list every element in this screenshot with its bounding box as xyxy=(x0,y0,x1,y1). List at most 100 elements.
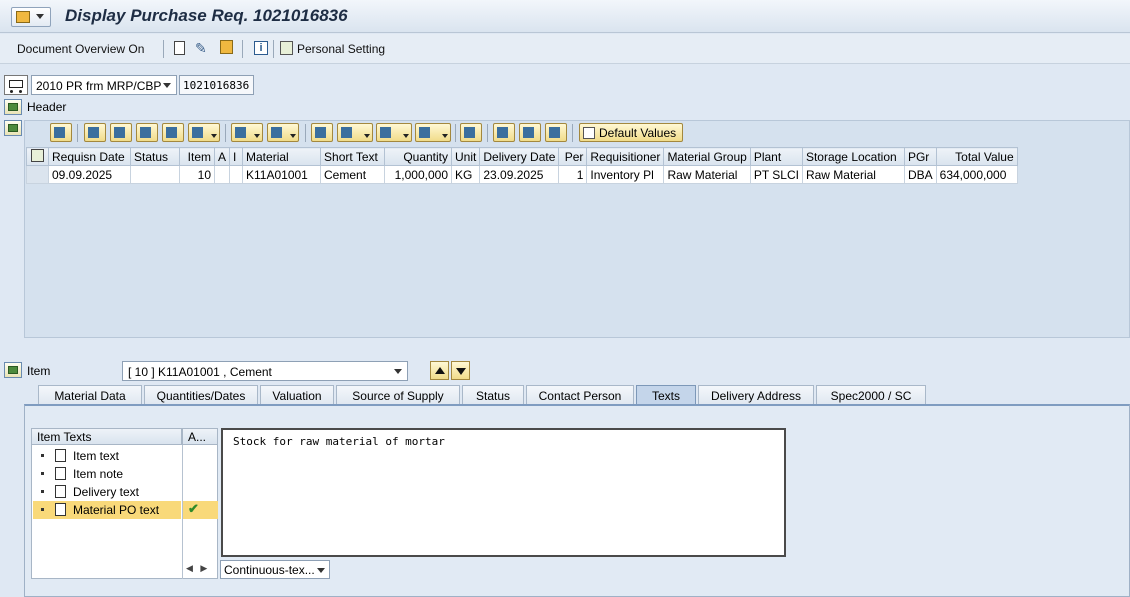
tab-spec2000-sc[interactable]: Spec2000 / SC xyxy=(816,385,926,405)
toolbar-separator xyxy=(305,124,306,142)
col-unit[interactable]: Unit xyxy=(451,147,481,166)
change-display-icon[interactable]: ✎ xyxy=(195,40,211,56)
select-all-cell[interactable] xyxy=(26,147,49,166)
col-i[interactable]: I xyxy=(229,147,244,166)
col-per[interactable]: Per xyxy=(558,147,588,166)
tab-texts[interactable]: Texts xyxy=(636,385,696,405)
views-button[interactable] xyxy=(337,123,373,142)
settings-button[interactable] xyxy=(519,123,541,142)
export-button[interactable] xyxy=(376,123,412,142)
tree-item-label: Material PO text xyxy=(73,503,160,517)
items-collapse-button[interactable] xyxy=(4,120,22,136)
dropdown-icon xyxy=(290,134,296,138)
cell-short-text: Cement xyxy=(320,165,386,184)
next-item-button[interactable] xyxy=(451,361,470,380)
info-button[interactable] xyxy=(460,123,482,142)
table-row[interactable]: 09.09.2025 10 K11A01001 Cement 1,000,000… xyxy=(26,165,1018,184)
cell-material: K11A01001 xyxy=(242,165,322,184)
other-document-icon[interactable] xyxy=(220,40,233,54)
filter-button[interactable] xyxy=(188,123,220,142)
sort-ascending-button[interactable] xyxy=(84,123,106,142)
attach-button[interactable] xyxy=(545,123,567,142)
item-texts-status-header[interactable]: A... xyxy=(182,428,218,445)
filter-icon xyxy=(192,127,203,138)
dropdown-icon xyxy=(364,134,370,138)
item-texts-header[interactable]: Item Texts xyxy=(31,428,182,445)
tab-status[interactable]: Status xyxy=(462,385,524,405)
default-values-icon xyxy=(583,127,595,139)
text-editor[interactable]: Stock for raw material of mortar xyxy=(221,428,786,557)
tree-item-material-po-text[interactable]: Material PO text xyxy=(33,501,181,519)
col-short-text[interactable]: Short Text xyxy=(320,147,386,166)
total-button[interactable] xyxy=(231,123,263,142)
col-delivery-date[interactable]: Delivery Date xyxy=(479,147,560,166)
document-icon xyxy=(55,485,66,498)
tab-quantities-dates[interactable]: Quantities/Dates xyxy=(144,385,258,405)
toolbar-separator xyxy=(225,124,226,142)
col-plant[interactable]: Plant xyxy=(749,147,803,166)
tree-item-delivery-text[interactable]: Delivery text xyxy=(33,483,181,501)
find-next-button[interactable] xyxy=(162,123,184,142)
sum-icon xyxy=(235,127,246,138)
header-expand-button[interactable] xyxy=(4,99,22,115)
copy-button[interactable] xyxy=(493,123,515,142)
tree-item-item-text[interactable]: Item text xyxy=(33,447,181,465)
default-values-button[interactable]: Default Values xyxy=(579,123,683,142)
create-document-icon[interactable] xyxy=(174,41,185,55)
default-values-label: Default Values xyxy=(599,126,677,140)
shopping-cart-icon[interactable] xyxy=(4,75,28,95)
col-quantity[interactable]: Quantity xyxy=(384,147,453,166)
col-total-value[interactable]: Total Value xyxy=(935,147,1018,166)
col-a[interactable]: A xyxy=(213,147,231,166)
col-requisn-date[interactable]: Requisn Date xyxy=(48,147,131,166)
tree-item-item-note[interactable]: Item note xyxy=(33,465,181,483)
item-label: Item xyxy=(27,364,51,378)
col-storage-location[interactable]: Storage Location xyxy=(801,147,905,166)
toolbar-separator xyxy=(273,40,274,58)
previous-item-button[interactable] xyxy=(430,361,449,380)
views-icon xyxy=(341,127,352,138)
col-material-group[interactable]: Material Group xyxy=(663,147,751,166)
print-button[interactable] xyxy=(311,123,333,142)
select-all-icon xyxy=(31,148,44,162)
col-item[interactable]: Item xyxy=(179,147,215,166)
layout-button[interactable] xyxy=(415,123,451,142)
info-icon[interactable]: i xyxy=(254,41,268,55)
col-requisitioner[interactable]: Requisitioner xyxy=(586,147,665,166)
tab-contact-person[interactable]: Contact Person xyxy=(526,385,634,405)
layout-grid-icon xyxy=(419,127,430,138)
application-toolbar xyxy=(0,34,1130,64)
item-collapse-button[interactable] xyxy=(4,362,22,378)
col-status[interactable]: Status xyxy=(130,147,180,166)
document-type-value: 2010 PR frm MRP/CBP xyxy=(36,79,162,93)
tab-material-data[interactable]: Material Data xyxy=(38,385,142,405)
dropdown-icon xyxy=(211,134,217,138)
tree-scroll-arrows[interactable]: ◀ ▶ xyxy=(186,563,207,574)
page-title: Display Purchase Req. 1021016836 xyxy=(65,6,348,25)
chevron-down-icon xyxy=(36,14,44,19)
col-pgr[interactable]: PGr xyxy=(903,147,937,166)
magnify-icon xyxy=(54,127,65,138)
subtotal-button[interactable] xyxy=(267,123,299,142)
row-selector[interactable] xyxy=(26,165,49,184)
cell-storage-location: Raw Material xyxy=(801,165,905,184)
printer-icon xyxy=(315,127,326,138)
col-material[interactable]: Material xyxy=(242,147,322,166)
sort-descending-button[interactable] xyxy=(110,123,132,142)
dropdown-icon xyxy=(442,134,448,138)
personal-setting-button[interactable]: Personal Setting xyxy=(297,42,385,56)
tab-delivery-address[interactable]: Delivery Address xyxy=(698,385,814,405)
tree-item-label: Delivery text xyxy=(73,485,140,499)
document-type-select[interactable]: 2010 PR frm MRP/CBP xyxy=(31,75,177,95)
tab-valuation[interactable]: Valuation xyxy=(260,385,334,405)
document-number-field[interactable]: 1021016836 xyxy=(179,75,254,95)
tab-source-of-supply[interactable]: Source of Supply xyxy=(336,385,460,405)
details-button[interactable] xyxy=(50,123,72,142)
find-button[interactable] xyxy=(136,123,158,142)
system-menu-button[interactable] xyxy=(11,7,51,27)
item-select[interactable]: [ 10 ] K11A01001 , Cement xyxy=(122,361,408,381)
chevron-down-icon xyxy=(163,83,171,88)
document-overview-button[interactable]: Document Overview On xyxy=(17,42,144,56)
text-format-select[interactable]: Continuous-tex... xyxy=(220,560,330,579)
items-table: Requisn Date Status Item A I Material Sh… xyxy=(26,147,1018,184)
